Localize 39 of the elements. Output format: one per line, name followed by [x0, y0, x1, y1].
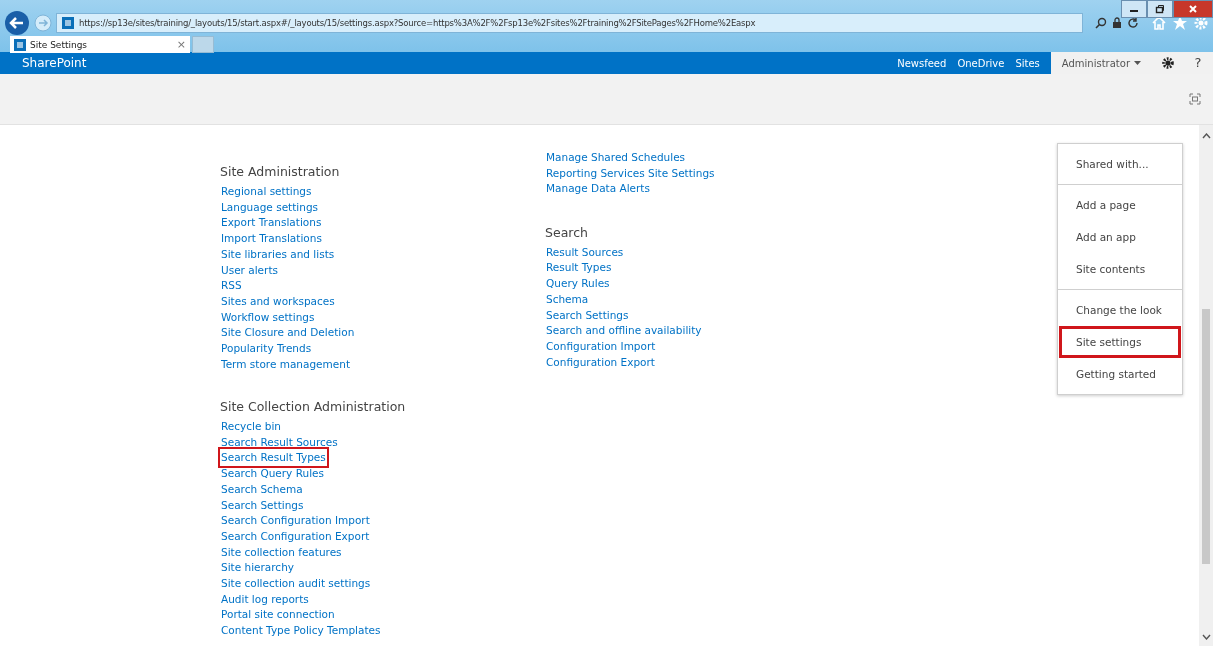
search-icon[interactable] — [1095, 17, 1107, 29]
help-button[interactable]: ? — [1183, 52, 1213, 74]
focus-icon[interactable] — [1189, 93, 1201, 105]
restore-icon — [1155, 4, 1165, 14]
menu-item[interactable]: Getting started — [1059, 358, 1181, 390]
menu-item[interactable]: Site contents — [1059, 253, 1181, 285]
scroll-thumb[interactable] — [1202, 309, 1210, 564]
tab-title: Site Settings — [30, 39, 89, 50]
menu-item[interactable]: Add an app — [1059, 221, 1181, 253]
settings-link[interactable]: Search Result Types — [218, 447, 329, 468]
tab-close-button[interactable]: × — [176, 38, 186, 51]
suite-link[interactable]: Newsfeed — [897, 57, 947, 69]
refresh-icon[interactable] — [1127, 17, 1139, 29]
menu-item[interactable]: Add a page — [1059, 189, 1181, 221]
section-heading: Search — [545, 223, 588, 242]
section-heading: Site Collection Administration — [220, 398, 406, 417]
address-bar[interactable]: https://sp13e/sites/training/_layouts/15/start.aspx#/_layouts/15/settings.aspx?Source=https%3A%2F%2Fsp13e%2Fsites%2Ftraining%2FSitePages%2FHome%2Easpx — [56, 13, 1083, 33]
suite-link[interactable]: OneDrive — [957, 57, 1005, 69]
menu-item[interactable]: Shared with... — [1059, 148, 1181, 180]
site-icon — [62, 17, 74, 29]
minimize-button[interactable] — [1121, 0, 1147, 18]
close-button[interactable] — [1173, 0, 1213, 18]
caret-icon — [1134, 61, 1141, 65]
scroll-down-icon[interactable] — [1201, 634, 1211, 640]
menu-item[interactable]: Change the look — [1059, 294, 1181, 326]
browser-tab[interactable]: Site Settings × — [10, 36, 190, 53]
lock-icon — [1112, 17, 1122, 29]
restore-button[interactable] — [1147, 0, 1173, 18]
close-icon — [1188, 4, 1198, 14]
scroll-up-icon[interactable] — [1201, 133, 1211, 139]
brand-name: SharePoint — [22, 56, 87, 70]
site-icon — [14, 38, 26, 51]
star-icon[interactable] — [1172, 15, 1188, 31]
section-heading: Site Administration — [220, 163, 340, 181]
user-menu[interactable]: Administrator — [1050, 52, 1153, 74]
suite-link[interactable]: Sites — [1015, 57, 1040, 69]
menu-item[interactable]: Site settings — [1059, 326, 1181, 358]
scrollbar[interactable] — [1199, 125, 1213, 646]
back-icon[interactable] — [4, 10, 30, 36]
